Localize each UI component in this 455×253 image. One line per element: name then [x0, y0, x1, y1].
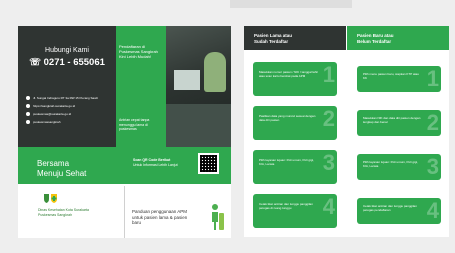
old-step-text: Masukkan nomor pasien / NIK / tanggal la…	[259, 70, 319, 78]
desk-image	[166, 104, 231, 147]
staff-figure-image	[204, 52, 226, 92]
institution-line-2: Puskesmas Sangkrah	[38, 212, 73, 217]
slogan-line-1: Bersama	[37, 159, 70, 168]
phone-icon: ☏	[29, 57, 44, 68]
new-step-card: Pilih layanan tujuan: Poli umum, Poli gi…	[357, 154, 441, 180]
contact-panel	[18, 26, 116, 147]
location-icon	[26, 96, 30, 101]
contact-website-text: https://sangkrah.surakarta.go.id	[33, 104, 76, 108]
new-step-text: Pilih layanan tujuan: Poli umum, Poli gi…	[363, 160, 418, 168]
person-kiosk-icon	[212, 204, 224, 230]
new-step-text: Masukkan NIK dan data diri pasien dengan…	[363, 116, 421, 124]
institution-line-1: Dinas Kesehatan Kota Surakarta	[38, 208, 89, 212]
old-step-card: Masukkan nomor pasien / NIK / tanggal la…	[253, 62, 337, 96]
old-header-line-2: Sudah Terdaftar	[254, 38, 289, 44]
new-step-text: Cetak tiket antrian dan tunggu panggilan…	[363, 204, 417, 212]
new-step-number: 4	[426, 198, 439, 223]
globe-icon	[26, 104, 30, 109]
scan-subtitle: Untuk Informasi Lebih Lanjut	[133, 163, 178, 167]
contact-email: puskesmas@surakarta.go.id	[26, 112, 72, 117]
contact-address-text: Jl. Sungai Indraguru RT 3a RW 15 Pucang …	[33, 96, 98, 100]
new-header-line-2: Belum Terdaftar	[357, 38, 392, 44]
old-step-number: 4	[322, 194, 335, 219]
new-patient-header: Pasien Baru atau Belum Terdaftar	[347, 26, 449, 50]
brochure-inside: Pasien Lama atau Sudah Terdaftar Pasien …	[244, 26, 449, 237]
new-step-number: 1	[426, 66, 439, 91]
intro-body: Antrian cepat tanpa menunggu lama di pus…	[119, 118, 150, 131]
institution-name: Dinas Kesehatan Kota Surakarta Puskesmas…	[38, 208, 89, 217]
old-step-number: 1	[322, 62, 335, 87]
old-patient-header: Pasien Lama atau Sudah Terdaftar	[244, 26, 346, 50]
scan-instructions: Scan QR Code Berikut Untuk Informasi Leb…	[133, 158, 178, 168]
new-step-number: 2	[426, 110, 439, 135]
phone-number: ☏ 0271 - 655061	[18, 57, 116, 68]
new-step-number: 3	[426, 154, 439, 179]
old-step-text: Pilih layanan tujuan: Poli umum, Poli gi…	[259, 158, 314, 166]
old-step-number: 3	[322, 150, 335, 175]
contact-social-text: puskesmassangkrah	[33, 120, 61, 124]
contact-social: puskesmassangkrah	[26, 120, 61, 125]
old-step-text: Pastikan data yang muncul sesuai dengan …	[259, 114, 316, 122]
old-step-card: Cetak tiket antrian dan tunggu panggilan…	[253, 194, 337, 228]
new-step-text: Pilih menu pasien baru, siapkan KTP atau…	[363, 72, 419, 80]
intro-heading: Pendaftaran di Puskesmas Sangkrah Kini L…	[119, 44, 158, 59]
contact-address: Jl. Sungai Indraguru RT 3a RW 15 Pucang …	[26, 96, 98, 101]
old-step-card: Pilih layanan tujuan: Poli umum, Poli gi…	[253, 150, 337, 184]
mail-icon	[26, 112, 30, 117]
qr-code-icon	[198, 153, 219, 174]
new-step-card: Masukkan NIK dan data diri pasien dengan…	[357, 110, 441, 136]
old-step-number: 2	[322, 106, 335, 131]
browser-tab-strip	[230, 0, 352, 8]
guide-caption-line-1: Panduan penggunaan APM	[132, 209, 188, 214]
kiosk-screen-image	[174, 70, 200, 90]
health-logo-icon	[44, 194, 57, 203]
call-label: Hubungi Kami	[45, 47, 89, 54]
guide-caption: Panduan penggunaan APM untuk pasien lama…	[132, 209, 187, 226]
old-step-card: Pastikan data yang muncul sesuai dengan …	[253, 106, 337, 140]
contact-email-text: puskesmas@surakarta.go.id	[33, 112, 72, 116]
phone-value: 0271 - 655061	[43, 57, 105, 68]
guide-caption-line-3: baru	[132, 220, 142, 225]
old-step-text: Cetak tiket antrian dan tunggu panggilan…	[259, 202, 313, 210]
instagram-icon	[26, 120, 30, 125]
slogan-line-2: Menuju Sehat	[37, 169, 87, 178]
new-step-card: Cetak tiket antrian dan tunggu panggilan…	[357, 198, 441, 224]
new-step-card: Pilih menu pasien baru, siapkan KTP atau…	[357, 66, 441, 92]
contact-website: https://sangkrah.surakarta.go.id	[26, 104, 76, 109]
brochure-outside: Hubungi Kami ☏ 0271 - 655061 Jl. Sungai …	[18, 26, 231, 238]
footer-divider	[124, 186, 125, 238]
slogan: Bersama Menuju Sehat	[37, 159, 86, 179]
